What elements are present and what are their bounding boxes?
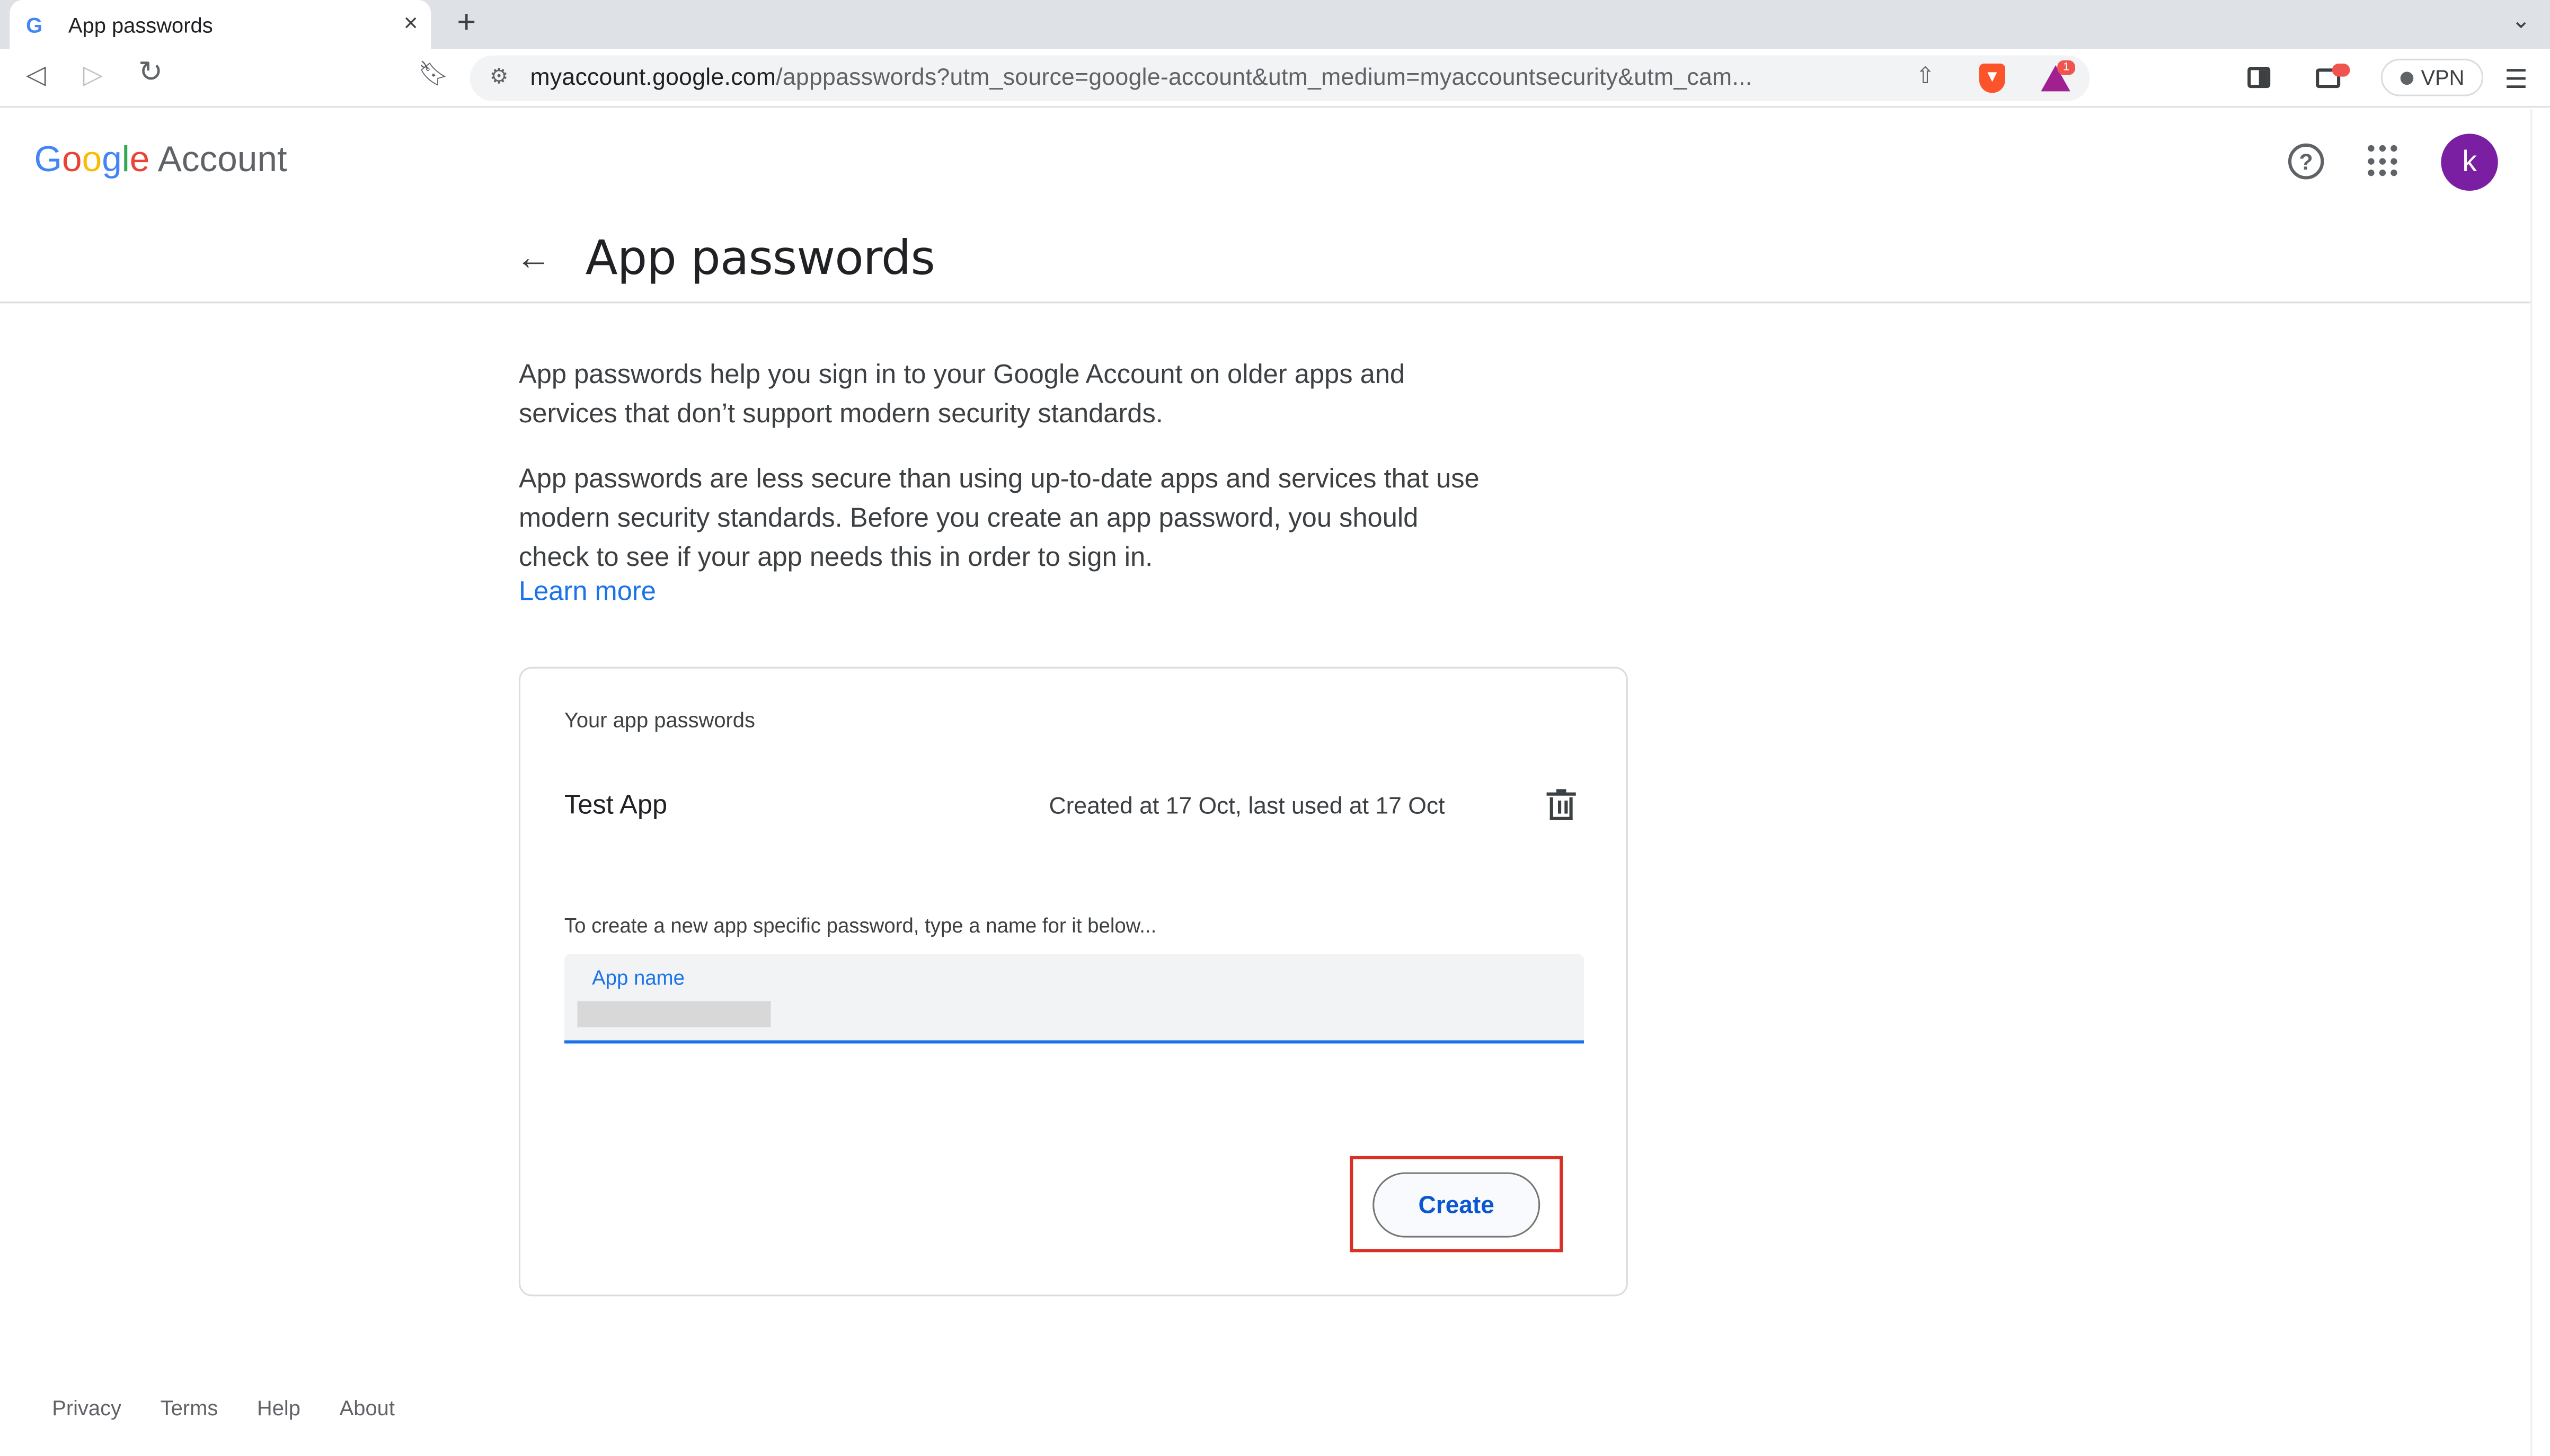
rewards-badge: 1 [2057, 60, 2075, 75]
app-password-name: Test App [564, 791, 668, 820]
footer-link-about[interactable]: About [340, 1396, 395, 1420]
brand-letter: l [121, 138, 130, 180]
delete-trash-icon[interactable] [1546, 789, 1576, 822]
back-icon[interactable]: ◁ [26, 59, 46, 92]
brand-letter: o [62, 138, 82, 180]
brave-shield-icon[interactable]: ▼ [1979, 64, 2005, 93]
url-host: myaccount.google.com [530, 65, 776, 92]
app-name-field[interactable]: App name [564, 954, 1584, 1044]
share-icon[interactable]: ⇧ [1916, 62, 1935, 90]
create-hint: To create a new app specific password, t… [564, 915, 1157, 938]
vpn-status-icon [2400, 70, 2413, 84]
brand-letter: g [102, 138, 122, 180]
app-passwords-card: Your app passwords Test App Created at 1… [518, 667, 1628, 1297]
brand-letter: G [34, 138, 63, 180]
tab-app-passwords[interactable]: G App passwords × [10, 0, 431, 49]
help-icon[interactable]: ? [2288, 143, 2324, 180]
address-bar[interactable]: ⚙︎ myaccount.google.com/apppasswords?utm… [470, 55, 2090, 101]
avatar[interactable]: k [2441, 134, 2498, 191]
vpn-label: VPN [2421, 65, 2465, 90]
app-password-meta: Created at 17 Oct, last used at 17 Oct [1049, 794, 1445, 820]
google-account-logo[interactable]: Google Account [34, 139, 287, 181]
url-path: /apppasswords?utm_source=google-account&… [776, 65, 1752, 92]
tab-title: App passwords [68, 12, 213, 37]
browser-toolbar: ◁ ▷ ↻ 🔖︎ ⚙︎ myaccount.google.com/apppass… [0, 49, 2550, 108]
new-tab-icon[interactable]: + [457, 5, 476, 42]
address-url[interactable]: myaccount.google.com/apppasswords?utm_so… [530, 65, 1752, 91]
menu-icon[interactable]: ☰ [2504, 64, 2528, 96]
tab-search-chevron-icon[interactable]: ⌄ [2511, 6, 2530, 34]
brand-letter: e [129, 138, 150, 180]
footer: Privacy Terms Help About [52, 1396, 433, 1420]
intro-text: App passwords help you sign in to your G… [518, 360, 1405, 429]
site-info-icon[interactable]: ⚙︎ [490, 64, 509, 90]
tab-strip: G App passwords × + ⌄ [0, 0, 2550, 49]
brave-rewards-icon[interactable]: 1 [2041, 60, 2077, 93]
bookmark-icon[interactable]: 🔖︎ [418, 59, 449, 88]
scrollbar[interactable] [2530, 109, 2550, 1456]
brand-letter: o [82, 138, 102, 180]
forward-icon[interactable]: ▷ [83, 59, 103, 92]
app-name-label: App name [592, 966, 685, 990]
wallet-notification-dot [2332, 64, 2350, 77]
create-button[interactable]: Create [1373, 1172, 1540, 1238]
footer-link-terms[interactable]: Terms [161, 1396, 218, 1420]
brand-suffix: Account [157, 138, 287, 180]
card-heading: Your app passwords [564, 707, 755, 732]
back-arrow-icon[interactable]: ← [516, 236, 552, 279]
page-canvas: G App passwords × + ⌄ ◁ ▷ ↻ 🔖︎ ⚙︎ myacco… [0, 0, 2550, 1456]
page-title: App passwords [585, 229, 935, 286]
app-name-input[interactable] [577, 1001, 771, 1027]
sidebar-icon[interactable] [2247, 67, 2271, 88]
footer-link-privacy[interactable]: Privacy [52, 1396, 121, 1420]
google-apps-icon[interactable] [2368, 145, 2400, 178]
header-divider [0, 301, 2533, 304]
footer-link-help[interactable]: Help [257, 1396, 300, 1420]
vpn-button[interactable]: VPN [2380, 58, 2484, 96]
learn-more-link[interactable]: Learn more [519, 577, 656, 608]
reload-icon[interactable]: ↻ [138, 56, 163, 90]
close-tab-icon[interactable]: × [404, 10, 418, 37]
google-favicon-icon: G [26, 12, 43, 37]
warning-text: App passwords are less secure than using… [518, 465, 1480, 573]
